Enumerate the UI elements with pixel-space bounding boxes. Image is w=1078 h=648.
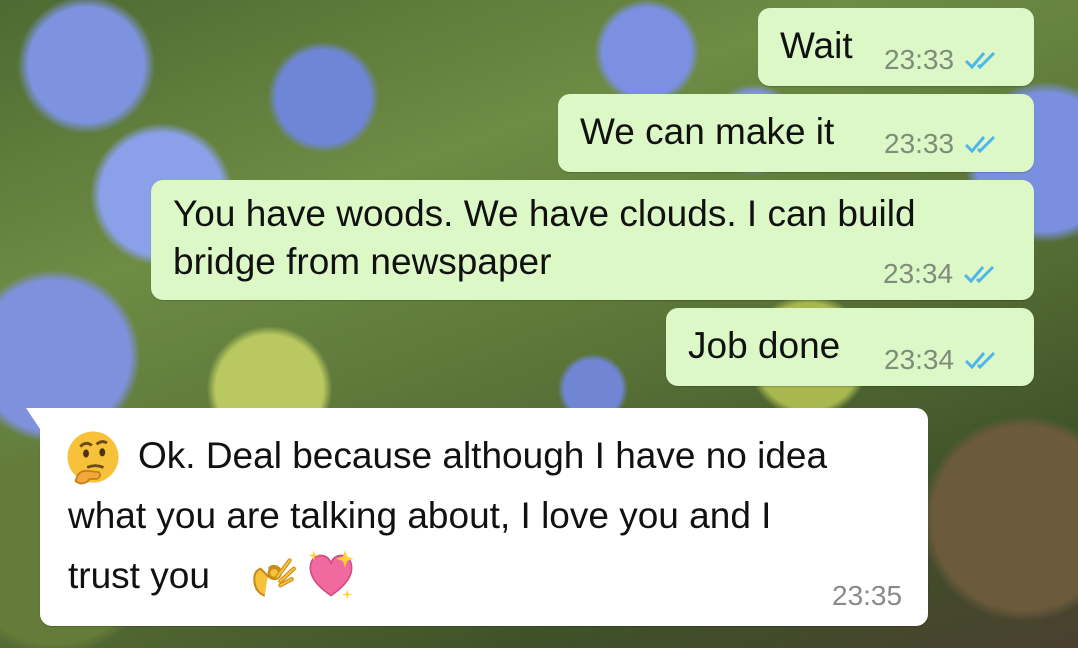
- incoming-message[interactable]: Ok. Deal because although I have no idea…: [26, 408, 928, 626]
- message-meta: 23:34: [883, 258, 1003, 290]
- message-text-line: trust you: [68, 555, 210, 596]
- message-meta: 23:34: [884, 344, 1004, 376]
- message-text: Wait: [780, 25, 853, 66]
- outgoing-message[interactable]: Wait 23:33: [758, 8, 1034, 86]
- message-text-line: what you are talking about, I love you a…: [68, 495, 772, 536]
- outgoing-message[interactable]: We can make it 23:33: [558, 94, 1034, 172]
- message-text-line: bridge from newspaper: [173, 241, 552, 282]
- message-text-line: Ok. Deal because although I have no idea: [138, 435, 828, 476]
- message-time: 23:34: [883, 258, 954, 289]
- double-check-read-icon: [965, 135, 996, 154]
- message-time: 23:33: [884, 44, 955, 75]
- message-text: We can make it: [580, 111, 835, 152]
- double-check-read-icon: [965, 51, 996, 70]
- message-meta: 23:33: [884, 44, 1004, 76]
- outgoing-message[interactable]: You have woods. We have clouds. I can bu…: [151, 180, 1034, 300]
- double-check-read-icon: [965, 351, 996, 370]
- double-check-read-icon: [964, 265, 995, 284]
- message-meta: 23:33: [884, 128, 1004, 160]
- message-time: 23:35: [832, 580, 903, 611]
- message-time: 23:34: [884, 344, 955, 375]
- thinking-face-emoji: [67, 431, 119, 485]
- message-time: 23:33: [884, 128, 955, 159]
- message-meta: 23:35: [832, 580, 902, 612]
- message-text-line: You have woods. We have clouds. I can bu…: [173, 193, 916, 234]
- sparkling-heart-emoji: [308, 550, 354, 600]
- bubble-tail: [26, 408, 42, 432]
- ok-hand-emoji: [253, 558, 296, 597]
- message-text: Job done: [688, 325, 841, 366]
- outgoing-message[interactable]: Job done 23:34: [666, 308, 1034, 386]
